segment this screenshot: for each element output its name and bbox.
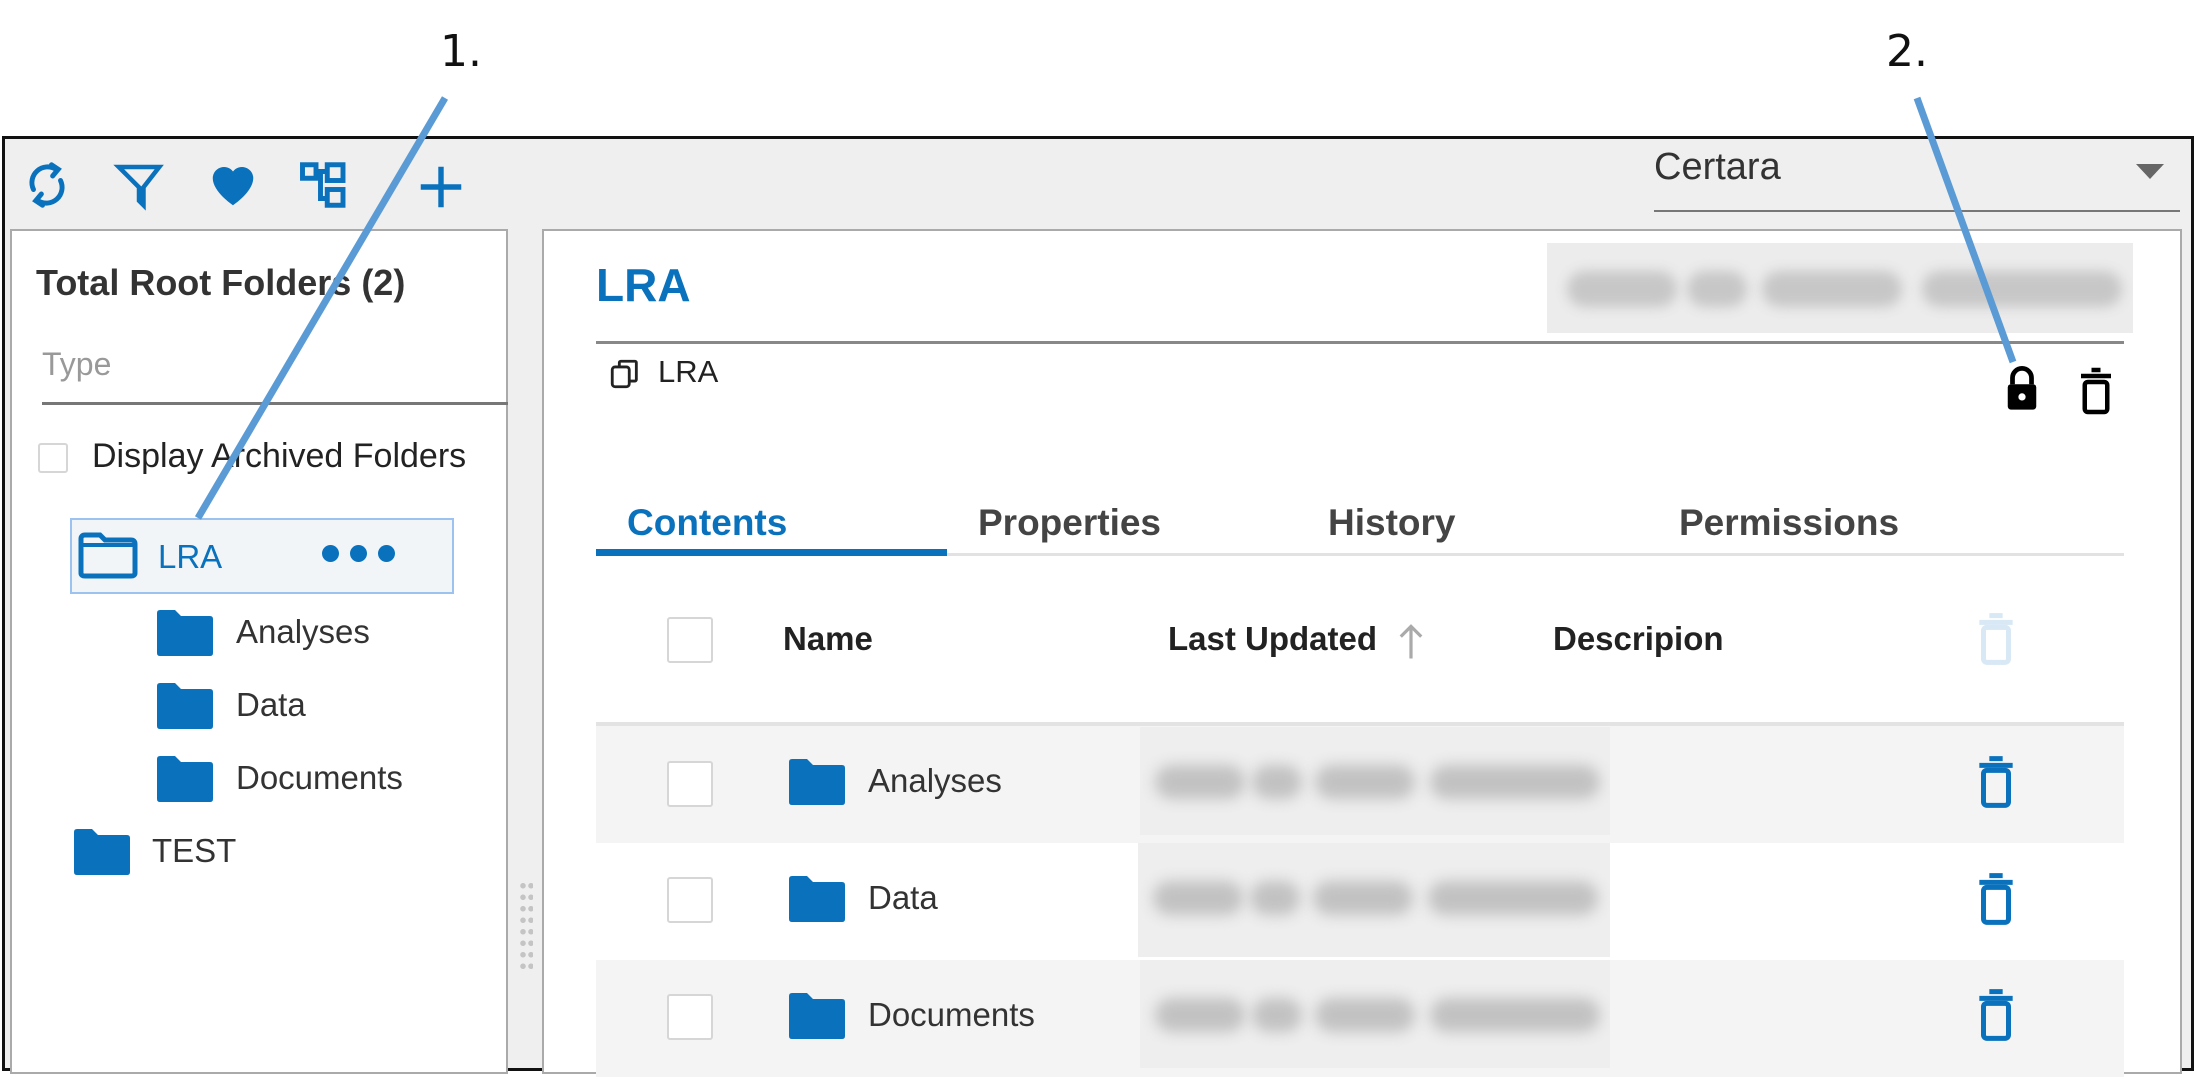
folder-icon [155,755,215,803]
drag-handle-icon[interactable] [519,880,533,970]
tab-permissions[interactable]: Permissions [1679,502,1899,544]
tree-item-label: LRA [158,538,223,575]
redacted-info [1547,243,2133,333]
callout-number-2: 2. [1886,26,1928,77]
row-checkbox[interactable] [667,761,713,807]
row-checkbox[interactable] [667,877,713,923]
active-tab-indicator [596,549,947,556]
copy-icon[interactable] [608,357,642,391]
tree-item-label[interactable]: Documents [236,759,403,797]
tab-contents[interactable]: Contents [627,502,787,544]
folder-title: LRA [596,259,691,311]
type-filter-input[interactable]: Type [42,346,111,383]
delete-row-icon[interactable] [1976,988,2016,1042]
folder-open-outline-icon [78,531,138,579]
folder-icon [72,828,132,876]
folder-icon [787,875,847,923]
tree-item-label[interactable]: Data [236,686,306,724]
tenant-select-underline [1654,210,2180,212]
column-header-description[interactable]: Descripion [1553,620,1724,658]
more-options-icon[interactable] [322,545,406,567]
tree-item-test[interactable]: TEST [152,832,236,870]
sort-ascending-icon[interactable] [1396,622,1426,660]
refresh-icon[interactable] [20,158,74,212]
column-header-last-updated[interactable]: Last Updated [1168,620,1377,658]
type-filter-underline [42,402,508,405]
redacted-last-updated [1140,960,1610,1068]
redacted-last-updated [1138,843,1610,957]
select-all-checkbox[interactable] [667,617,713,663]
callout-number-1: 1. [440,26,482,77]
lock-icon[interactable] [2003,365,2041,413]
folder-icon [155,682,215,730]
row-checkbox[interactable] [667,994,713,1040]
display-archived-label: Display Archived Folders [92,437,467,475]
total-root-folders-heading: Total Root Folders (2) [36,262,406,303]
filter-icon[interactable] [112,158,166,212]
folder-icon [787,992,847,1040]
row-name-link[interactable]: Documents [868,996,1035,1034]
favorites-heart-icon[interactable] [206,158,260,212]
delete-folder-icon[interactable] [2078,366,2114,416]
delete-row-icon[interactable] [1976,872,2016,926]
tenant-select-value[interactable]: Certara [1654,146,1781,189]
breadcrumb[interactable]: LRA [658,354,718,390]
row-name-link[interactable]: Analyses [868,762,1002,800]
display-archived-checkbox[interactable] [38,443,68,473]
bulk-delete-icon [1976,612,2016,666]
delete-row-icon[interactable] [1976,755,2016,809]
column-header-name[interactable]: Name [783,620,873,658]
folder-icon [787,758,847,806]
tree-item-label[interactable]: Analyses [236,613,370,651]
row-name-link[interactable]: Data [868,879,938,917]
header-divider [596,341,2124,344]
tab-properties[interactable]: Properties [978,502,1161,544]
folder-icon [155,609,215,657]
tree-view-icon[interactable] [298,158,352,212]
redacted-last-updated [1140,727,1610,835]
tab-history[interactable]: History [1328,502,1455,544]
add-icon[interactable] [414,160,468,214]
chevron-down-icon[interactable] [2136,164,2164,179]
